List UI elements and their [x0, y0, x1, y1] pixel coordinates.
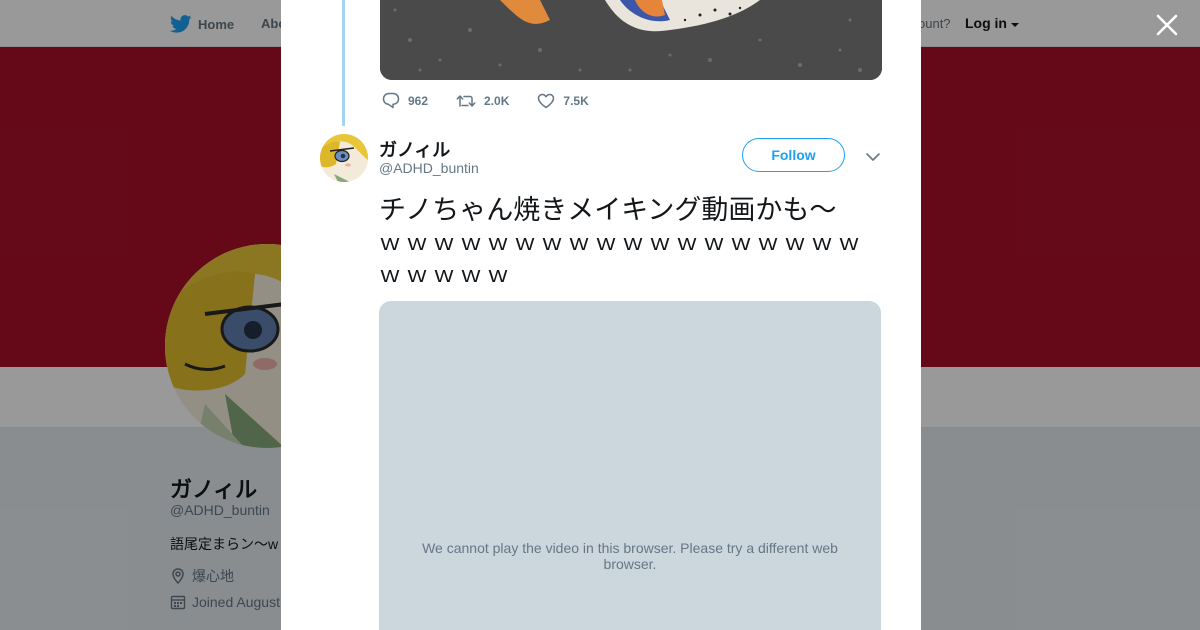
heart-icon — [538, 93, 555, 108]
tweet-author-name[interactable]: ガノィル — [379, 136, 450, 162]
thread-connector — [342, 0, 345, 126]
chevron-down-icon[interactable] — [864, 148, 882, 166]
tweet-modal: 962 2.0K 7.5K ガノィル @ADHD_buntin Follow チ… — [281, 0, 921, 630]
reply-action[interactable]: 962 — [382, 92, 428, 109]
video-unsupported-message: We cannot play the video in this browser… — [422, 540, 838, 572]
retweet-icon — [456, 94, 476, 107]
reply-icon — [382, 92, 400, 109]
close-icon[interactable] — [1154, 12, 1180, 38]
previous-tweet-photo[interactable] — [380, 0, 882, 80]
like-action[interactable]: 7.5K — [537, 93, 589, 109]
like-count: 7.5K — [563, 93, 589, 108]
tweet-video-player[interactable]: We cannot play the video in this browser… — [379, 301, 881, 630]
tweet-text: チノちゃん焼きメイキング動画かも〜 ｗｗｗｗｗｗｗｗｗｗｗｗｗｗｗｗｗｗｗｗｗｗ… — [379, 194, 879, 291]
retweet-count: 2.0K — [484, 93, 510, 108]
tweet-text-line1: チノちゃん焼きメイキング動画かも〜 — [379, 195, 837, 225]
follow-button[interactable]: Follow — [742, 138, 845, 172]
tweet-text-line2: ｗｗｗｗｗｗｗｗｗｗｗｗｗｗｗｗｗｗｗｗｗｗｗ — [379, 230, 866, 287]
tweet-author-avatar[interactable] — [320, 134, 368, 182]
retweet-action[interactable]: 2.0K — [456, 93, 509, 109]
photo-content — [380, 0, 882, 80]
tweet-author-handle[interactable]: @ADHD_buntin — [379, 160, 479, 176]
reply-count: 962 — [408, 93, 429, 108]
author-avatar-illustration — [320, 134, 368, 182]
previous-tweet-actions: 962 2.0K 7.5K — [382, 92, 617, 109]
